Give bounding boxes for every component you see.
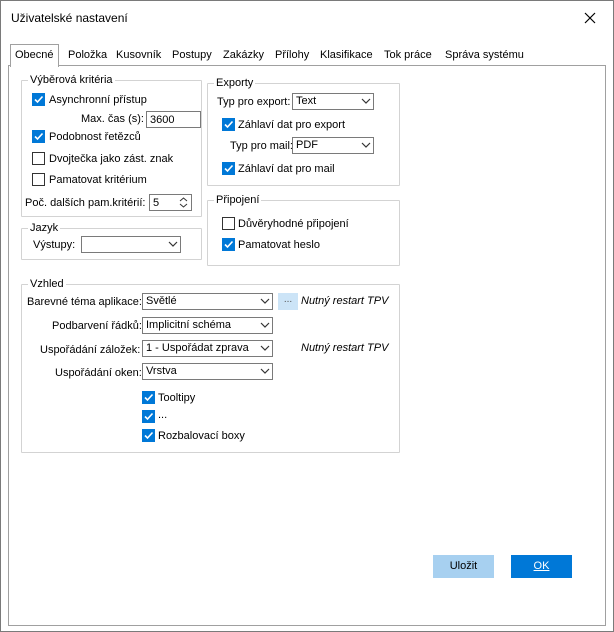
zahlavi-mail-label: Záhlaví dat pro mail (238, 163, 335, 175)
title-bar: Uživatelské nastavení (1, 1, 613, 35)
okna-select[interactable]: Vrstva (142, 363, 273, 380)
checkmark-icon (224, 240, 234, 249)
tab-tok-prace[interactable]: Tok práce (384, 48, 432, 66)
dvojtecka-checkbox[interactable] (32, 152, 45, 165)
pamatovat-kriterium-checkbox[interactable] (32, 173, 45, 186)
tooltipy-checkbox[interactable] (142, 391, 155, 404)
max-cas-label: Max. čas (s): (81, 113, 144, 125)
chevron-down-icon (168, 241, 178, 247)
tab-sprava-systemu[interactable]: Správa systému (445, 48, 524, 66)
podbarveni-select[interactable]: Implicitní schéma (142, 317, 273, 334)
checkmark-icon (34, 132, 44, 141)
podobnost-checkbox[interactable] (32, 130, 45, 143)
group-legend: Exporty (216, 77, 254, 89)
async-checkbox[interactable] (32, 93, 45, 106)
checkmark-icon (144, 412, 154, 421)
typ-export-select[interactable]: Text (292, 93, 374, 110)
group-legend: Jazyk (30, 222, 59, 234)
pamatovat-heslo-label: Pamatovat heslo (238, 239, 320, 251)
tab-postupy[interactable]: Postupy (172, 48, 212, 66)
group-legend: Výběrová kritéria (30, 74, 113, 86)
typ-mail-select[interactable]: PDF (292, 137, 374, 154)
chevron-down-icon (260, 298, 270, 304)
restart-note: Nutný restart TPV (301, 295, 389, 307)
max-cas-input[interactable]: 3600 (146, 111, 201, 128)
duveryhodne-checkbox[interactable] (222, 217, 235, 230)
settings-dialog: Uživatelské nastavení Obecné Položka Kus… (0, 0, 614, 632)
typ-export-label: Typ pro export: (217, 96, 291, 108)
tooltipy-label: Tooltipy (158, 392, 196, 404)
pamatovat-heslo-checkbox[interactable] (222, 238, 235, 251)
chevron-down-icon (260, 345, 270, 351)
chevron-down-icon (361, 98, 371, 104)
dots-checkbox[interactable] (142, 410, 155, 423)
zalozky-label: Uspořádání záložek: (40, 344, 141, 356)
rozbalovaci-checkbox[interactable] (142, 429, 155, 442)
poc-pam-label: Poč. dalších pam.kritérií: (25, 197, 146, 209)
checkmark-icon (144, 431, 154, 440)
zahlavi-export-label: Záhlaví dat pro export (238, 119, 346, 131)
typ-mail-label: Typ pro mail: (230, 140, 293, 152)
zahlavi-mail-checkbox[interactable] (222, 162, 235, 175)
pamatovat-kriterium-label: Pamatovat kritérium (49, 174, 147, 186)
dvojtecka-label: Dvojtečka jako zást. znak (49, 153, 174, 165)
tab-content-obecne: Výběrová kritéria Asynchronní přístup Ma… (8, 65, 606, 626)
restart-note: Nutný restart TPV (301, 342, 389, 354)
close-icon (584, 12, 596, 24)
checkmark-icon (224, 120, 234, 129)
zalozky-select[interactable]: 1 - Uspořádat zprava (142, 340, 273, 357)
duveryhodne-label: Důvěryhodné připojení (238, 218, 349, 230)
async-label: Asynchronní přístup (49, 94, 147, 106)
group-pripojeni: Připojení (207, 194, 400, 266)
tab-klasifikace[interactable]: Klasifikace (320, 48, 373, 66)
group-legend: Připojení (216, 194, 260, 206)
tab-zakazky[interactable]: Zakázky (223, 48, 264, 66)
chevron-down-icon (260, 368, 270, 374)
podobnost-label: Podobnost řetězců (49, 131, 141, 143)
tab-strip: Obecné Položka Kusovník Postupy Zakázky … (1, 44, 613, 67)
podbarveni-label: Podbarvení řádků: (52, 320, 142, 332)
dots-label: ... (158, 409, 168, 421)
chevron-down-icon (361, 142, 371, 148)
tema-label: Barevné téma aplikace: (27, 296, 142, 308)
tab-kusovnik[interactable]: Kusovník (116, 48, 161, 66)
window-title: Uživatelské nastavení (11, 11, 128, 25)
tema-browse-button[interactable]: ... (278, 293, 298, 310)
tab-prilohy[interactable]: Přílohy (275, 48, 309, 66)
zahlavi-export-checkbox[interactable] (222, 118, 235, 131)
checkmark-icon (34, 95, 44, 104)
close-button[interactable] (567, 1, 613, 35)
vystupy-select[interactable] (81, 236, 181, 253)
save-button[interactable]: Uložit (433, 555, 494, 578)
ok-button[interactable]: OK (511, 555, 572, 578)
checkmark-icon (144, 393, 154, 402)
poc-pam-stepper[interactable]: 5 (149, 194, 192, 211)
tab-obecne[interactable]: Obecné (10, 44, 59, 67)
spin-updown-icon (179, 197, 188, 208)
tab-polozka[interactable]: Položka (68, 48, 107, 66)
group-legend: Vzhled (30, 278, 64, 290)
chevron-down-icon (260, 322, 270, 328)
vystupy-label: Výstupy: (33, 239, 76, 251)
rozbalovaci-label: Rozbalovací boxy (158, 430, 245, 442)
checkmark-icon (224, 164, 234, 173)
tema-select[interactable]: Světlé (142, 293, 273, 310)
okna-label: Uspořádání oken: (55, 367, 142, 379)
